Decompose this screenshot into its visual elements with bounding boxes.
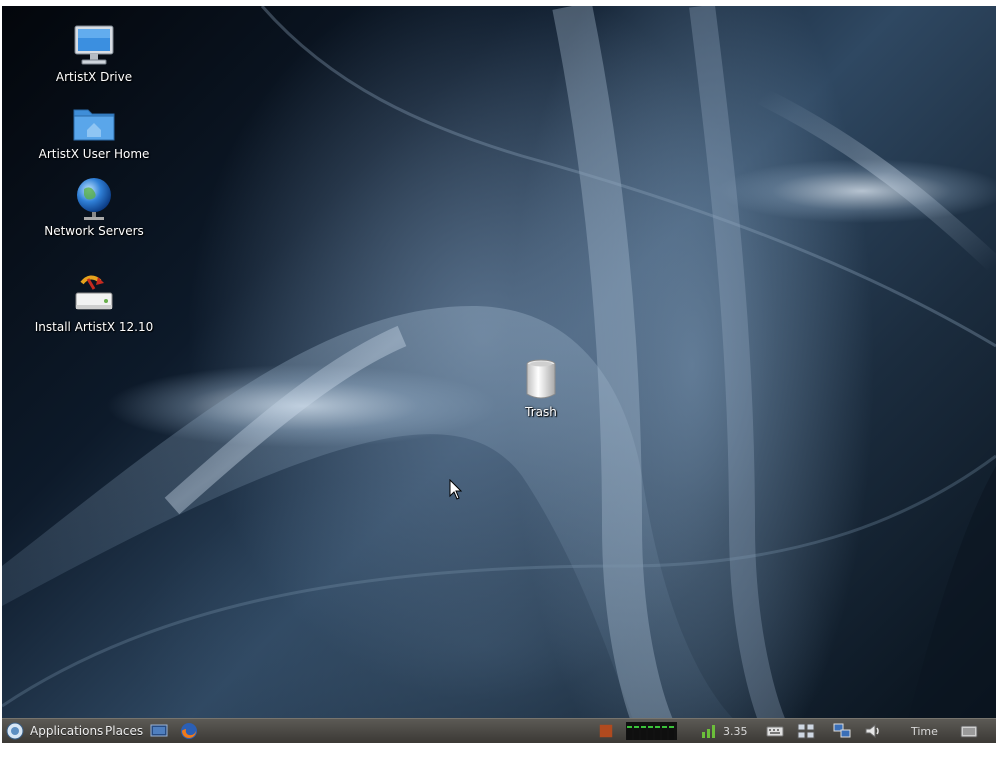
places-menu-label: Places [105, 724, 144, 738]
workspace-switcher[interactable] [797, 719, 815, 743]
cpu-graph-icon [626, 722, 677, 740]
computer-drive-icon [74, 25, 114, 65]
desktop-icon-label: ArtistX User Home [38, 147, 150, 161]
desktop-icon-network-servers[interactable]: Network Servers [19, 175, 169, 238]
desktop-icon-artistx-drive[interactable]: ArtistX Drive [19, 21, 169, 84]
firefox-icon [181, 723, 197, 739]
tray-value: 3.35 [723, 719, 748, 743]
browser-launcher[interactable] [180, 719, 198, 743]
desktop-icon-trash[interactable]: Trash [466, 356, 616, 419]
trash-icon [526, 359, 556, 399]
network-globe-icon [77, 178, 111, 220]
network-computers-icon [833, 723, 851, 738]
installer-icon [75, 275, 113, 310]
distro-logo-icon [6, 722, 24, 740]
network-applet[interactable] [700, 719, 718, 743]
bottom-panel: Applications Places 3.35 Time [2, 718, 996, 743]
speaker-icon [865, 723, 879, 739]
main-menu-button[interactable] [6, 719, 24, 743]
applications-menu[interactable]: Applications [30, 719, 103, 743]
workspace-grid-icon [797, 723, 815, 739]
network-connections[interactable] [833, 719, 851, 743]
monitor-launcher-icon [150, 724, 168, 737]
network-signal-icon [702, 725, 715, 738]
desktop-icon-label: ArtistX Drive [55, 70, 133, 84]
show-desktop-button[interactable] [958, 719, 980, 743]
desktop-icon-label: Network Servers [44, 224, 144, 238]
volume-applet[interactable] [864, 719, 882, 743]
desktop-icon-install-artistx[interactable]: Install ArtistX 12.10 [19, 271, 169, 334]
desktop-icon-label: Install ArtistX 12.10 [34, 320, 154, 334]
desktop[interactable]: ArtistX Drive ArtistX User Home Network … [2, 6, 996, 743]
square-applet-icon [599, 724, 613, 738]
home-folder-icon [73, 109, 115, 141]
desktop-icon-user-home[interactable]: ArtistX User Home [19, 98, 169, 161]
desktop-icon-label: Trash [525, 405, 557, 419]
keyboard-icon [766, 726, 784, 737]
keyboard-applet[interactable] [766, 719, 784, 743]
desktop-toggle-icon [960, 725, 978, 738]
clock-applet[interactable]: Time [911, 719, 938, 743]
mouse-pointer-icon [449, 479, 463, 500]
show-desktop-launcher[interactable] [150, 719, 168, 743]
system-monitor[interactable] [626, 719, 677, 743]
places-menu[interactable]: Places [105, 719, 143, 743]
clock-label: Time [911, 724, 938, 738]
applications-menu-label: Applications [30, 724, 104, 738]
tray-value-text: 3.35 [723, 724, 748, 738]
notification-area[interactable] [599, 719, 613, 743]
